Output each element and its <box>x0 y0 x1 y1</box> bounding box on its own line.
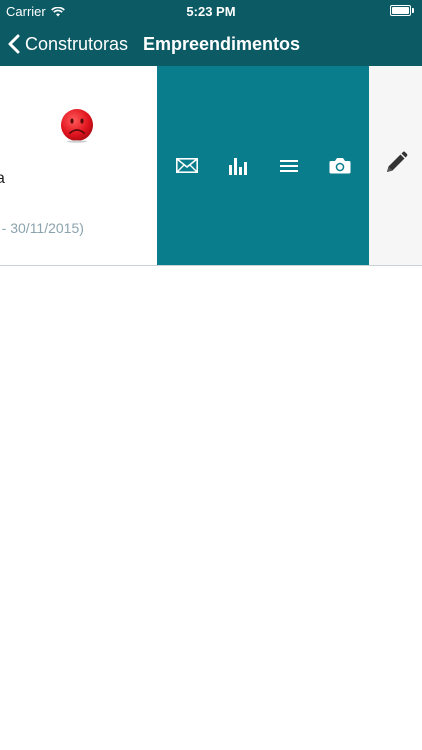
email-button[interactable] <box>165 144 209 188</box>
battery-icon <box>390 5 414 16</box>
pencil-icon <box>384 151 408 180</box>
chevron-left-icon <box>8 34 20 54</box>
back-button-label: Construtoras <box>25 33 129 54</box>
email-icon <box>175 158 198 173</box>
edit-button[interactable] <box>369 66 422 265</box>
row-content[interactable]: a 5 - 30/11/2015) <box>0 66 157 265</box>
page-title: Empreendimentos <box>143 34 301 54</box>
camera-icon <box>329 157 351 174</box>
row-actions <box>157 66 369 265</box>
chart-button[interactable] <box>216 144 260 188</box>
row-title-fragment: a <box>0 170 5 187</box>
list-button[interactable] <box>267 144 311 188</box>
list-item[interactable]: a 5 - 30/11/2015) <box>0 66 422 266</box>
status-bar: Carrier 5:23 PM <box>0 0 422 22</box>
back-button[interactable]: Construtoras <box>8 22 128 66</box>
sad-face-icon <box>59 107 95 143</box>
status-time: 5:23 PM <box>186 4 236 19</box>
list-icon <box>279 159 298 173</box>
navigation-bar: Construtoras Empreendimentos <box>0 22 422 66</box>
row-date-range: 5 - 30/11/2015) <box>0 220 84 236</box>
camera-button[interactable] <box>318 144 362 188</box>
bar-chart-icon <box>228 157 248 175</box>
